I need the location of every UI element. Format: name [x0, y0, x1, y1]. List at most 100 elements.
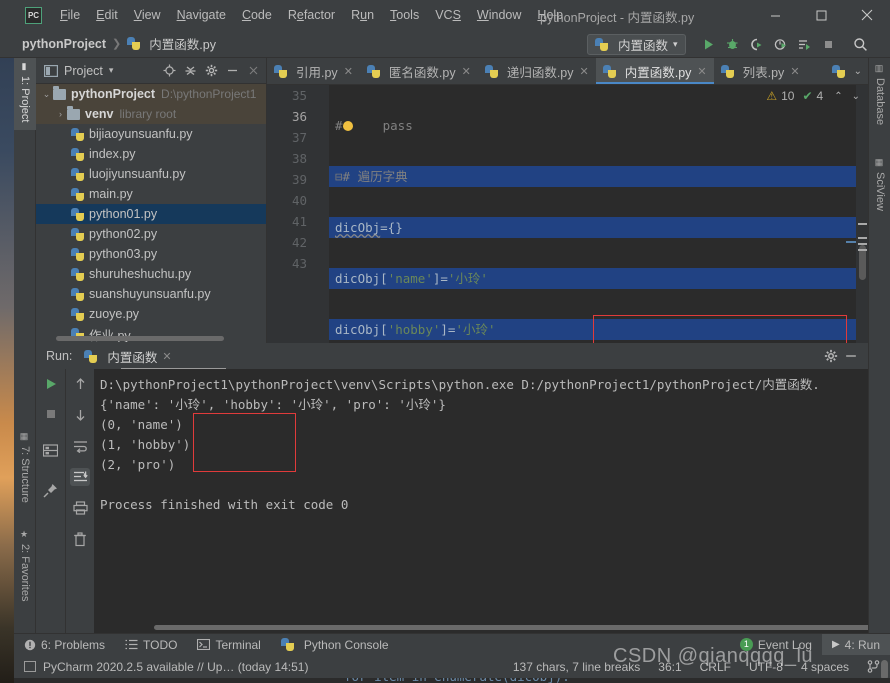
tab-yinyong[interactable]: 引用.py ✕	[267, 58, 360, 84]
tree-item-main[interactable]: main.py	[36, 184, 266, 204]
tree-item-pythonProject[interactable]: ⌄ pythonProject D:\pythonProject1	[36, 84, 266, 104]
caret-position[interactable]: 36:1	[658, 660, 681, 674]
editor-inspection-status[interactable]: ⚠ 10 ✔ 4 ⌃ ⌄	[766, 89, 860, 103]
code-line-35[interactable]: # pass	[329, 115, 868, 136]
event-log-button[interactable]: 1 Event Log	[730, 634, 822, 656]
line-separator[interactable]: CRLF	[700, 660, 731, 674]
locate-icon[interactable]	[160, 62, 178, 80]
run-configuration-selector[interactable]: 内置函数 ▾	[587, 34, 686, 55]
project-tree-horizontal-scrollbar[interactable]	[56, 336, 224, 341]
sidebar-item-project[interactable]: ▮ 1: Project	[14, 58, 36, 130]
bottom-item-todo[interactable]: TODO	[115, 634, 187, 656]
tree-item-venv[interactable]: › venv library root	[36, 104, 266, 124]
run-coverage-button[interactable]	[745, 34, 767, 55]
tab-nimingfunshu[interactable]: 匿名函数.py ✕	[360, 58, 478, 84]
tree-item-suanshuyunsuanfu[interactable]: suanshuyunsuanfu.py	[36, 284, 266, 304]
pin-icon[interactable]	[41, 481, 61, 499]
notification-icon[interactable]	[24, 661, 36, 672]
tree-item-python02[interactable]: python02.py	[36, 224, 266, 244]
tree-item-python01[interactable]: python01.py	[36, 204, 266, 224]
editor-code-area[interactable]: # pass ⊟# 遍历字典 dicObj={} dicObj['name']=…	[329, 85, 868, 343]
tree-item-zuoye[interactable]: zuoye.py	[36, 304, 266, 324]
menu-item-refactor[interactable]: Refactor	[280, 4, 343, 26]
tree-item-bijiaoyunsuanfu[interactable]: bijiaoyunsuanfu.py	[36, 124, 266, 144]
indent-setting[interactable]: 4 spaces	[801, 660, 849, 674]
update-notification[interactable]: PyCharm 2020.2.5 available // Up… (today…	[43, 660, 308, 674]
code-editor[interactable]: ⚠ 10 ✔ 4 ⌃ ⌄ 35 36 37 38 39 40 41 42 43 …	[267, 85, 868, 343]
twisty-icon[interactable]: ›	[54, 109, 67, 119]
collapse-all-icon[interactable]	[181, 62, 199, 80]
up-arrow-icon[interactable]	[70, 375, 90, 393]
window-scrollbar-thumb[interactable]	[881, 660, 888, 680]
tab-close-icon[interactable]: ✕	[344, 65, 353, 78]
menu-item-tools[interactable]: Tools	[382, 4, 427, 26]
menu-item-code[interactable]: Code	[234, 4, 280, 26]
sidebar-item-sciview[interactable]: ▦ SciView	[869, 154, 890, 226]
sidebar-item-favorites[interactable]: ★ 2: Favorites	[14, 526, 36, 618]
rerun-icon[interactable]	[41, 375, 61, 393]
profile-button[interactable]	[769, 34, 791, 55]
tab-neizhihanshu[interactable]: 内置函数.py ✕	[596, 58, 714, 84]
gear-icon[interactable]	[202, 62, 220, 80]
console-horizontal-scrollbar[interactable]	[154, 625, 868, 630]
tab-close-icon[interactable]: ✕	[790, 65, 799, 78]
debug-button[interactable]	[721, 34, 743, 55]
code-line-36[interactable]: ⊟# 遍历字典	[329, 166, 868, 187]
menu-item-navigate[interactable]: Navigate	[169, 4, 234, 26]
maximize-button[interactable]	[798, 0, 844, 30]
run-button[interactable]	[697, 34, 719, 55]
twisty-icon[interactable]: ⌄	[40, 89, 53, 100]
sidebar-item-structure[interactable]: ▦ 7: Structure	[14, 428, 36, 514]
chevron-down-icon[interactable]: ▾	[109, 65, 114, 76]
menu-item-window[interactable]: Window	[469, 4, 529, 26]
bottom-item-terminal[interactable]: Terminal	[187, 634, 270, 656]
editor-gutter[interactable]: 35 36 37 38 39 40 41 42 43	[267, 85, 329, 343]
code-line-39[interactable]: dicObj['hobby']='小玲'	[329, 319, 868, 340]
tab-close-icon[interactable]: ✕	[697, 65, 706, 78]
gear-icon[interactable]	[824, 349, 838, 363]
project-tree[interactable]: ⌄ pythonProject D:\pythonProject1 › venv…	[36, 84, 266, 342]
stop-icon[interactable]	[41, 405, 61, 423]
tree-item-python03[interactable]: python03.py	[36, 244, 266, 264]
bottom-item-problems[interactable]: 6: Problems	[14, 634, 115, 656]
down-arrow-icon[interactable]	[70, 406, 90, 424]
menu-item-file[interactable]: File	[52, 4, 88, 26]
breadcrumb-project[interactable]: pythonProject	[22, 37, 106, 51]
code-line-38[interactable]: dicObj['name']='小玲'	[329, 268, 868, 289]
hide-icon[interactable]	[223, 62, 241, 80]
file-encoding[interactable]: UTF-8	[749, 660, 783, 674]
breadcrumb-file[interactable]: 内置函数.py	[149, 34, 216, 53]
trash-icon[interactable]	[70, 530, 90, 548]
tree-item-index[interactable]: index.py	[36, 144, 266, 164]
chevron-down-icon[interactable]: ⌄	[854, 66, 862, 77]
intention-bulb-icon[interactable]	[343, 121, 353, 131]
run-with-button[interactable]	[793, 34, 815, 55]
editor-tab-overflow[interactable]: ⌄	[826, 58, 868, 84]
tree-item-shuruheshuchu[interactable]: shuruheshuchu.py	[36, 264, 266, 284]
console-icon[interactable]	[41, 441, 61, 459]
run-console-output[interactable]: D:\pythonProject1\pythonProject\venv\Scr…	[94, 369, 868, 633]
close-icon[interactable]	[244, 62, 262, 80]
chevron-down-icon[interactable]: ⌄	[852, 91, 860, 102]
scroll-to-end-icon[interactable]	[70, 468, 90, 486]
menu-item-vcs[interactable]: VCS	[427, 4, 469, 26]
soft-wrap-icon[interactable]	[70, 437, 90, 455]
close-button[interactable]	[844, 0, 890, 30]
git-branch-icon[interactable]	[867, 660, 880, 673]
run-panel-tab[interactable]: 内置函数 ✕	[80, 345, 175, 368]
sidebar-item-database[interactable]: ▥ Database	[869, 60, 890, 142]
tab-diguihanshu[interactable]: 递归函数.py ✕	[478, 58, 596, 84]
menu-item-edit[interactable]: Edit	[88, 4, 126, 26]
menu-item-run[interactable]: Run	[343, 4, 382, 26]
close-icon[interactable]: ✕	[162, 350, 171, 363]
chevron-up-icon[interactable]: ⌃	[834, 91, 842, 102]
tab-close-icon[interactable]: ✕	[462, 65, 471, 78]
tab-liebiao[interactable]: 列表.py ✕	[714, 58, 807, 84]
tree-item-luojiyunsuanfu[interactable]: luojiyunsuanfu.py	[36, 164, 266, 184]
menu-item-view[interactable]: View	[126, 4, 169, 26]
print-icon[interactable]	[70, 499, 90, 517]
minimize-button[interactable]	[752, 0, 798, 30]
search-everywhere-button[interactable]	[849, 34, 871, 55]
bottom-item-python-console[interactable]: Python Console	[271, 634, 399, 656]
hide-icon[interactable]	[844, 349, 858, 363]
